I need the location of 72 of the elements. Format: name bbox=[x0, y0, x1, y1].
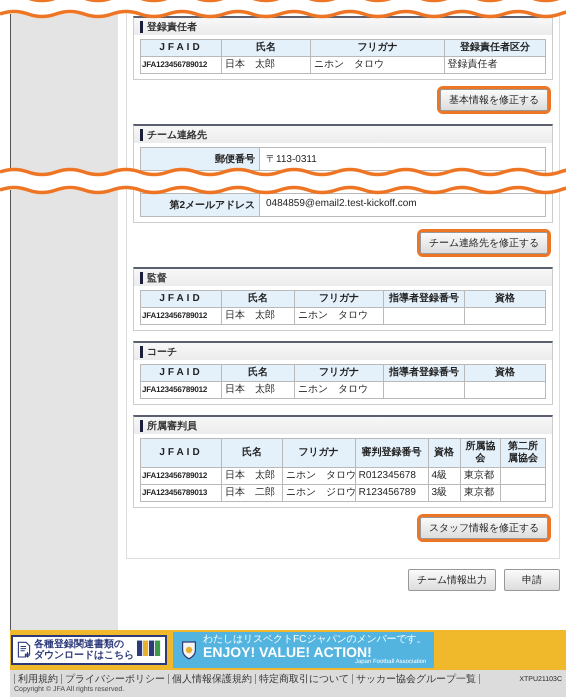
column-header: 資格 bbox=[464, 364, 546, 382]
column-header: JFAID bbox=[140, 40, 222, 56]
column-header: フリガナ bbox=[294, 364, 384, 382]
table-cell: 3級 bbox=[428, 484, 460, 502]
table-cell: JFA123456789012 bbox=[140, 382, 222, 398]
section-title: 登録責任者 bbox=[147, 20, 197, 34]
column-header: 氏名 bbox=[222, 438, 282, 468]
column-header: JFAID bbox=[140, 438, 222, 468]
column-header: 登録責任者区分 bbox=[444, 40, 546, 56]
table-cell: 日本 二郎 bbox=[222, 484, 282, 502]
table-cell: JFA123456789012 bbox=[140, 56, 222, 74]
action-button[interactable]: チーム情報出力 bbox=[408, 569, 496, 591]
column-header: 氏名 bbox=[222, 290, 294, 308]
column-header: 所属協会 bbox=[460, 438, 501, 468]
heading-mark-icon bbox=[140, 346, 143, 358]
table-cell: R012345678 bbox=[355, 468, 428, 484]
table-cell: ニホン タロウ bbox=[294, 308, 384, 324]
section-title: 所属審判員 bbox=[147, 419, 197, 432]
column-header: フリガナ bbox=[310, 40, 444, 56]
download-banner[interactable]: 各種登録関連書類の ダウンロードはこちら bbox=[11, 635, 167, 665]
table-cell: R123456789 bbox=[355, 484, 428, 502]
table-cell: ニホン ジロウ bbox=[282, 484, 356, 502]
table-cell: JFA123456789013 bbox=[140, 484, 222, 502]
table-cell: 日本 太郎 bbox=[222, 468, 282, 484]
column-header: 指導者登録番号 bbox=[383, 290, 464, 308]
table-cell: ニホン タロウ bbox=[310, 56, 444, 74]
footer-link[interactable]: プライバシーポリシー bbox=[65, 672, 165, 686]
field-value: 〒113-0311 bbox=[265, 153, 318, 167]
field-label: 第2メールアドレス bbox=[141, 194, 260, 216]
heading-mark-icon bbox=[140, 420, 143, 432]
document-download-icon bbox=[17, 641, 31, 659]
table-cell: JFA123456789012 bbox=[140, 308, 222, 324]
table-cell: ニホン タロウ bbox=[294, 382, 384, 398]
table-cell: 東京都 bbox=[460, 468, 501, 484]
table-cell: 日本 太郎 bbox=[222, 382, 294, 398]
table-cell: ニホン タロウ bbox=[282, 468, 356, 484]
table-cell: 4級 bbox=[428, 468, 460, 484]
column-header: 氏名 bbox=[222, 40, 311, 56]
column-header: 資格 bbox=[428, 438, 460, 468]
footer-link[interactable]: 利用規約 bbox=[18, 672, 58, 686]
column-header: 氏名 bbox=[222, 364, 294, 382]
column-header: 資格 bbox=[464, 290, 546, 308]
table-cell: 日本 太郎 bbox=[222, 56, 311, 74]
heading-mark-icon bbox=[140, 20, 143, 32]
column-header: フリガナ bbox=[294, 290, 384, 308]
section-title: チーム連絡先 bbox=[147, 128, 207, 142]
edit-button[interactable]: スタッフ情報を修正する bbox=[420, 517, 548, 539]
column-header: 指導者登録番号 bbox=[383, 364, 464, 382]
table-cell: 日本 太郎 bbox=[222, 308, 294, 324]
table-cell: 登録責任者 bbox=[444, 56, 546, 74]
field-value: 0484859@email2.test-kickoff.com bbox=[265, 197, 418, 211]
column-header: 審判登録番号 bbox=[355, 438, 428, 468]
table-cell: JFA123456789012 bbox=[140, 468, 222, 484]
footer-link[interactable]: 個人情報保護規約 bbox=[172, 672, 252, 686]
edit-button[interactable]: 基本情報を修正する bbox=[440, 89, 548, 111]
action-button[interactable]: 申請 bbox=[504, 569, 560, 591]
footer-link[interactable]: サッカー協会グループ一覧 bbox=[356, 672, 476, 686]
section-title: コーチ bbox=[147, 346, 177, 358]
footer-link[interactable]: 特定商取引について bbox=[259, 672, 349, 686]
table-cell bbox=[500, 468, 546, 484]
shield-emblem-icon bbox=[181, 640, 197, 660]
table-cell bbox=[500, 484, 546, 502]
heading-mark-icon bbox=[140, 128, 143, 140]
column-header: フリガナ bbox=[282, 438, 356, 468]
column-header: JFAID bbox=[140, 364, 222, 382]
column-header: 第二所属協会 bbox=[500, 438, 546, 468]
section-title: 監督 bbox=[147, 272, 167, 284]
edit-button[interactable]: チーム連絡先を修正する bbox=[420, 232, 548, 254]
field-label: 郵便番号 bbox=[141, 148, 260, 170]
column-header: JFAID bbox=[140, 290, 222, 308]
table-cell: 東京都 bbox=[460, 484, 501, 502]
heading-mark-icon bbox=[140, 272, 143, 284]
